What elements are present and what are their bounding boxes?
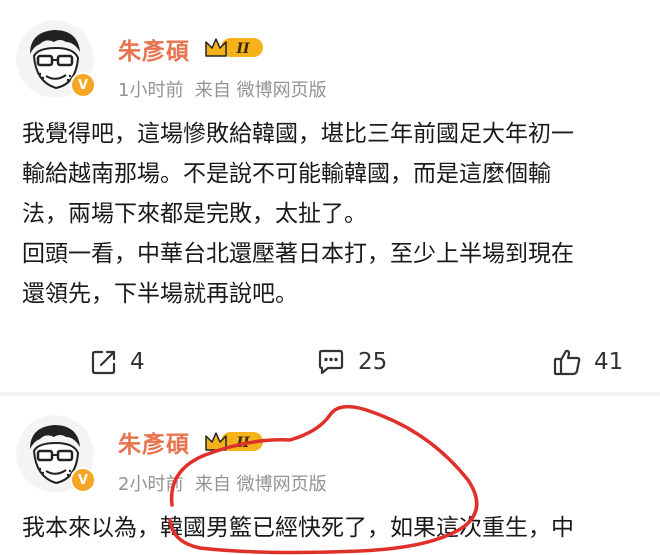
svg-text:II: II [235, 435, 250, 451]
verified-badge: V [70, 72, 96, 98]
svg-text:II: II [235, 41, 250, 57]
thumbs-up-icon [553, 349, 581, 376]
weibo-post: V 朱彥碩 II 2小时前 来自 微博网页版 我本來以為，韓國男籃已經快死了，如… [0, 395, 660, 555]
level-badge[interactable]: II [203, 428, 265, 454]
post-meta: 2小时前 来自 微博网页版 [118, 470, 327, 496]
post-time[interactable]: 1小时前 [118, 80, 183, 101]
post-body-line: 法，兩場下來都是完敗，太扯了。 [22, 201, 367, 227]
crown-level-icon: II [205, 432, 263, 451]
verified-badge: V [70, 467, 96, 493]
post-body-line: 我覺得吧，這場慘敗給韓國，堪比三年前國足大年初一 [22, 121, 574, 147]
post-body-line: 回頭一看，中華台北還壓著日本打，至少上半場到現在 [22, 241, 574, 267]
post-source: 来自 微博网页版 [194, 80, 327, 101]
comment-count: 25 [358, 349, 388, 375]
post-action-bar: 4 25 41 [0, 342, 660, 382]
avatar[interactable]: V [16, 20, 96, 98]
avatar[interactable]: V [16, 415, 96, 493]
post-time[interactable]: 2小时前 [118, 474, 183, 495]
like-button[interactable]: 41 [552, 342, 623, 382]
repost-count: 4 [130, 349, 145, 375]
post-body: 我本來以為，韓國男籃已經快死了，如果這次重生，中 [22, 508, 656, 548]
comment-button[interactable]: 25 [316, 342, 387, 382]
post-body: 我覺得吧，這場慘敗給韓國，堪比三年前國足大年初一 輸給越南那場。不是說不可能輸韓… [22, 114, 656, 314]
author-name[interactable]: 朱彥碩 [118, 32, 190, 66]
post-source: 来自 微博网页版 [194, 474, 327, 495]
like-count: 41 [594, 349, 624, 375]
weibo-post: V 朱彥碩 II 1小时前 来自 微博网页版 我覺得吧，這場慘敗給韓國，堪比三年… [0, 0, 660, 395]
post-meta: 1小时前 来自 微博网页版 [118, 76, 327, 102]
repost-button[interactable]: 4 [90, 342, 145, 382]
comment-icon [318, 349, 344, 375]
share-edit-icon [91, 350, 116, 375]
post-body-line: 輸給越南那場。不是說不可能輸韓國，而是這麼個輸 [22, 161, 551, 187]
author-name[interactable]: 朱彥碩 [118, 425, 190, 459]
level-badge[interactable]: II [203, 34, 265, 60]
crown-level-icon: II [205, 38, 263, 57]
post-body-line: 還領先，下半場就再說吧。 [22, 281, 298, 307]
post-body-line: 我本來以為，韓國男籃已經快死了，如果這次重生，中 [22, 515, 574, 541]
